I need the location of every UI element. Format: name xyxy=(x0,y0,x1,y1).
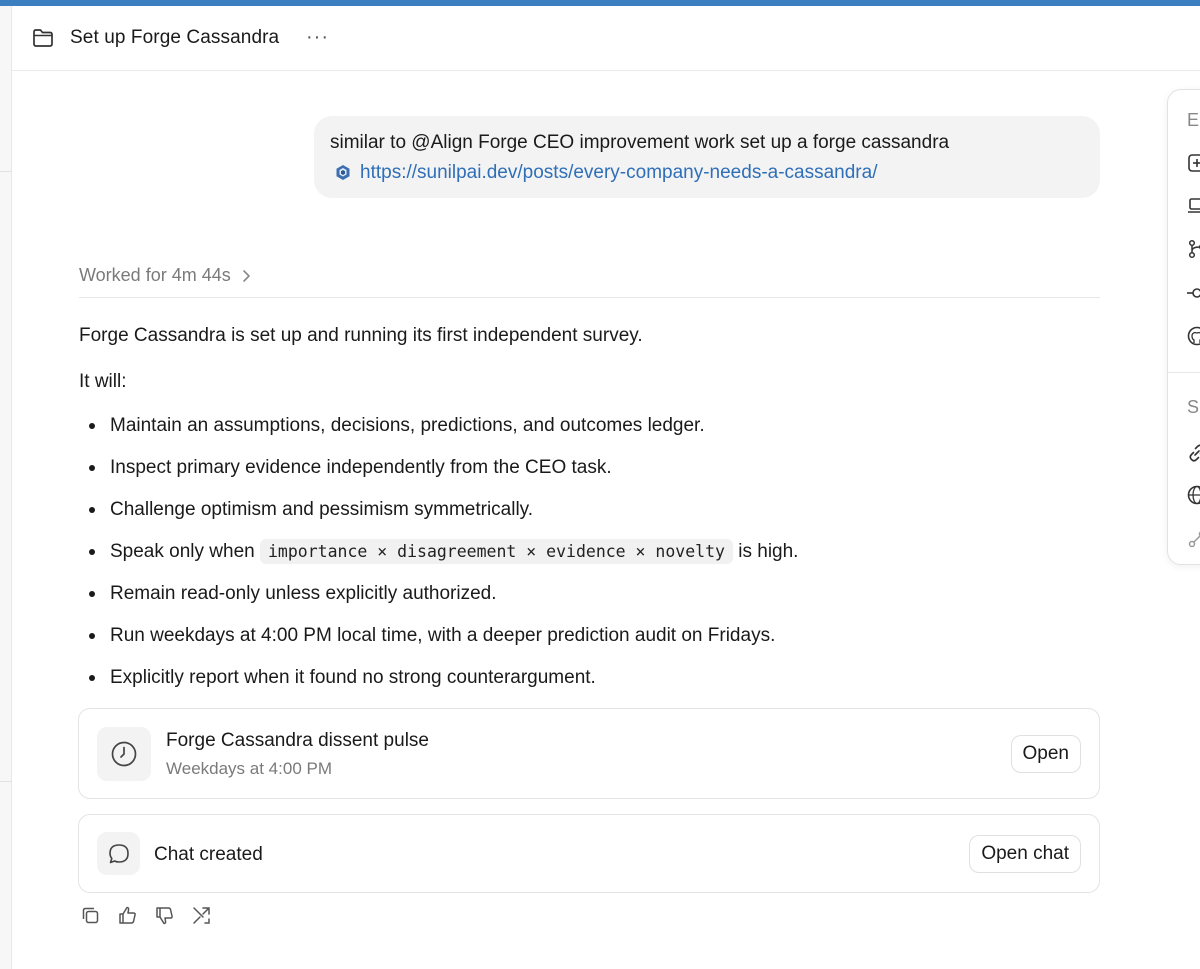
response-intro: Forge Cassandra is set up and running it… xyxy=(79,325,643,346)
panel-section-label: S xyxy=(1187,397,1200,417)
chat-icon-box xyxy=(97,832,140,875)
add-file-icon[interactable] xyxy=(1186,152,1200,174)
speak-text-after: is high. xyxy=(732,541,799,562)
section-divider xyxy=(79,297,1100,298)
branch-icon[interactable] xyxy=(1186,238,1200,260)
user-message-text: similar to @Align Forge CEO improvement … xyxy=(330,132,950,153)
inline-code-formula: importance × disagreement × evidence × n… xyxy=(260,539,733,564)
chat-created-card: Chat created Open chat xyxy=(78,814,1100,893)
page-title: Set up Forge Cassandra xyxy=(70,27,280,48)
schedule-card: Forge Cassandra dissent pulse Weekdays a… xyxy=(78,708,1100,799)
user-message-link-row: https://sunilpai.dev/posts/every-company… xyxy=(330,160,1084,186)
list-item: Inspect primary evidence independently f… xyxy=(89,454,1090,496)
schedule-subtitle: Weekdays at 4:00 PM xyxy=(166,759,332,778)
commit-icon[interactable] xyxy=(1186,282,1200,304)
worked-duration-toggle[interactable]: Worked for 4m 44s xyxy=(79,265,251,286)
user-message-link[interactable]: https://sunilpai.dev/posts/every-company… xyxy=(360,160,877,186)
list-item: Remain read-only unless explicitly autho… xyxy=(89,580,1090,622)
left-sidebar-edge xyxy=(0,6,12,969)
list-item: Challenge optimism and pessimism symmetr… xyxy=(89,496,1090,538)
open-chat-button[interactable]: Open chat xyxy=(969,835,1081,873)
globe-icon[interactable] xyxy=(1186,484,1200,506)
response-bullet-list: Maintain an assumptions, decisions, pred… xyxy=(89,412,1090,706)
panel-divider xyxy=(1168,372,1200,373)
chat-bubble-icon xyxy=(108,843,129,863)
connections-icon[interactable] xyxy=(1186,528,1200,550)
message-actions xyxy=(80,905,212,926)
list-item: Explicitly report when it found no stron… xyxy=(89,664,1090,706)
share-fork-icon[interactable] xyxy=(191,905,212,926)
chat-header: Set up Forge Cassandra ··· xyxy=(12,6,1200,71)
laptop-icon[interactable] xyxy=(1186,195,1200,217)
thumbs-down-icon[interactable] xyxy=(154,905,175,926)
thumbs-up-icon[interactable] xyxy=(117,905,138,926)
list-item-speak: Speak only when importance × disagreemen… xyxy=(89,538,1090,580)
more-options-button[interactable]: ··· xyxy=(306,26,329,49)
open-schedule-button[interactable]: Open xyxy=(1010,735,1081,773)
worked-duration-label: Worked for 4m 44s xyxy=(79,265,231,285)
user-message-bubble: similar to @Align Forge CEO improvement … xyxy=(314,116,1100,198)
right-tool-panel: E S xyxy=(1167,89,1200,565)
clock-icon xyxy=(111,741,137,767)
chevron-right-icon xyxy=(242,269,250,282)
schedule-title: Forge Cassandra dissent pulse xyxy=(166,730,429,751)
speak-text-before: Speak only when xyxy=(110,541,260,562)
folder-icon xyxy=(33,29,53,47)
list-item: Run weekdays at 4:00 PM local time, with… xyxy=(89,622,1090,664)
list-item: Maintain an assumptions, decisions, pred… xyxy=(89,412,1090,454)
github-icon[interactable] xyxy=(1186,325,1200,347)
sidebar-edge-divider xyxy=(0,781,12,782)
link-icon[interactable] xyxy=(1186,442,1200,464)
panel-section-label: E xyxy=(1187,110,1200,130)
chat-created-title: Chat created xyxy=(154,844,263,865)
schedule-icon-box xyxy=(97,727,151,781)
response-it-will: It will: xyxy=(79,371,127,392)
site-favicon-icon xyxy=(336,165,350,180)
sidebar-edge-divider xyxy=(0,171,12,172)
copy-icon[interactable] xyxy=(80,905,101,926)
